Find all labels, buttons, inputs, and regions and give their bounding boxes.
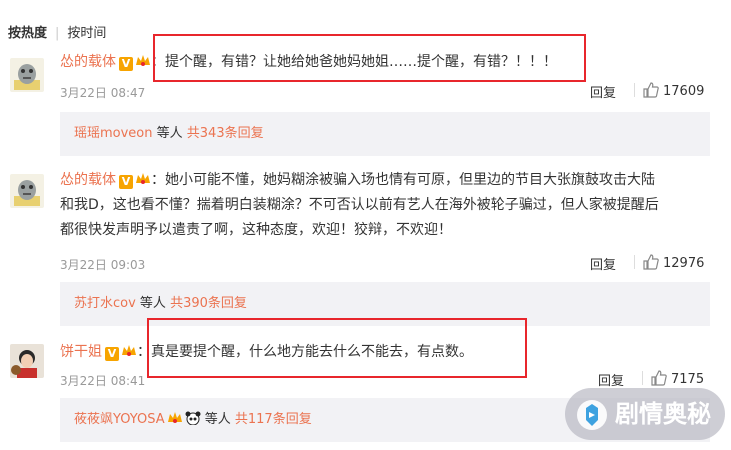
avatar[interactable] (10, 174, 44, 208)
comment-username[interactable]: 怂的载体 (60, 54, 116, 70)
sub-reply-user[interactable]: 苏打水cov (74, 296, 136, 311)
sub-reply-summary[interactable]: 瑶瑶moveon 等人 共343条回复 (60, 112, 710, 156)
verified-badge-icon: V (119, 57, 133, 71)
panda-icon (185, 400, 201, 426)
reply-button[interactable]: 回复 (590, 82, 616, 101)
comment-text-line: 和我D，这也看不懂？揣着明白装糊涂？不可否认以前有艺人在海外被轮子骗过，但人家被… (60, 197, 659, 213)
divider (634, 255, 635, 269)
thumbs-up-icon (643, 82, 659, 98)
comment-text: ：真是要提个醒，什么地方能去什么不能去，有点数。 (137, 344, 473, 360)
avatar[interactable] (10, 344, 44, 378)
like-count: 17609 (663, 84, 705, 99)
comment-date: 3月22日 08:41 (60, 374, 146, 388)
divider (634, 83, 635, 97)
watermark: 剧情奥秘 (565, 388, 725, 440)
sub-reply-user[interactable]: 瑶瑶moveon (74, 126, 153, 141)
sub-reply-mid: 等人 (135, 296, 171, 311)
sort-by-time-tab[interactable]: 按时间 (67, 26, 106, 41)
sort-divider: | (55, 26, 60, 41)
sub-reply-summary[interactable]: 苏打水cov 等人 共390条回复 (60, 282, 710, 326)
sub-reply-mid: 等人 (152, 126, 187, 141)
watermark-logo-icon (575, 398, 609, 450)
comment-body: 怂的载体 V ：提个醒，有错？让她给她爸她妈她姐……提个醒，有错？！！！ (60, 50, 720, 75)
divider (642, 371, 643, 385)
sub-reply-count[interactable]: 共390条回复 (170, 296, 247, 311)
reply-button[interactable]: 回复 (598, 370, 624, 389)
comment-username[interactable]: 饼干姐 (60, 344, 102, 360)
sub-reply-count[interactable]: 共117条回复 (235, 412, 312, 427)
vip-crown-icon (121, 342, 137, 356)
comment-username[interactable]: 怂的载体 (60, 172, 116, 188)
comment-text-line: 都很快发声明予以遣责了啊，这种态度，欢迎！狡辩，不欢迎！ (60, 222, 452, 238)
sort-by-hot-tab[interactable]: 按热度 (8, 26, 47, 41)
vip-crown-icon (135, 52, 151, 66)
like-count: 12976 (663, 256, 705, 271)
vip-crown-icon (135, 170, 151, 184)
comment-date: 3月22日 09:03 (60, 258, 146, 272)
like-button[interactable]: 12976 (634, 254, 704, 271)
avatar[interactable] (10, 58, 44, 92)
sub-reply-user[interactable]: 莜莜飒YOYOSA (74, 412, 165, 427)
comment-date: 3月22日 08:47 (60, 86, 146, 100)
sub-reply-count[interactable]: 共343条回复 (187, 126, 264, 141)
comment-body: 怂的载体 V ：她小可能不懂，她妈糊涂被骗入场也情有可原，但里边的节目大张旗鼓攻击大… (60, 168, 720, 243)
comment-text: ：提个醒，有错？让她给她爸她妈她姐……提个醒，有错？！！！ (151, 54, 557, 70)
comment-text-line: ：她小可能不懂，她妈糊涂被骗入场也情有可原，但里边的节目大张旗鼓攻击大陆 (151, 172, 655, 188)
reply-button[interactable]: 回复 (590, 254, 616, 273)
verified-badge-icon: V (105, 347, 119, 361)
thumbs-up-icon (643, 254, 659, 270)
sort-bar: 按热度 | 按时间 (8, 22, 106, 41)
verified-badge-icon: V (119, 175, 133, 189)
like-button[interactable]: 7175 (642, 370, 704, 387)
sub-reply-mid: 等人 (200, 412, 235, 427)
vip-crown-icon (167, 400, 183, 423)
thumbs-up-icon (651, 370, 667, 386)
comment-body: 饼干姐 V ：真是要提个醒，什么地方能去什么不能去，有点数。 (60, 340, 720, 365)
watermark-text: 剧情奥秘 (615, 400, 711, 428)
like-count: 7175 (671, 372, 705, 387)
like-button[interactable]: 17609 (634, 82, 704, 99)
